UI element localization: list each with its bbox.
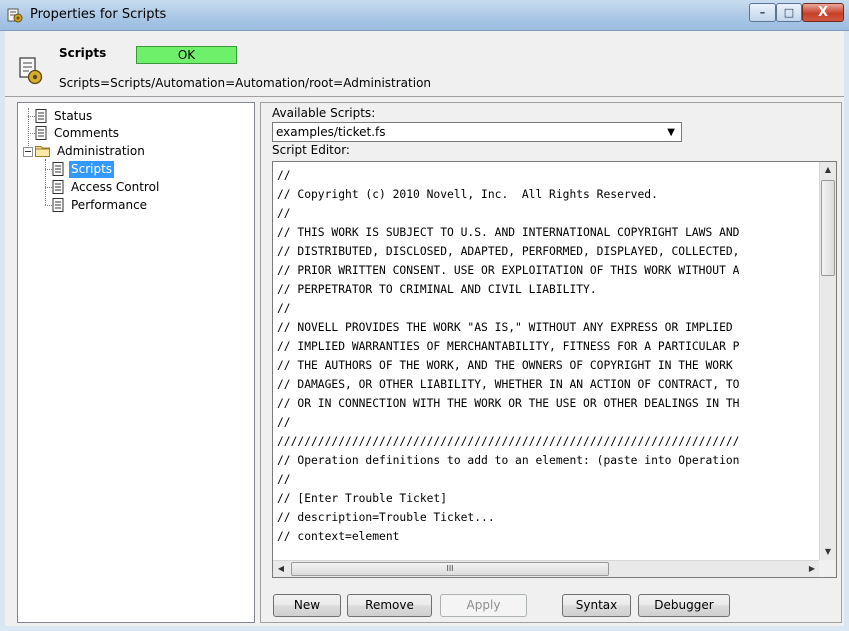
object-path: Scripts=Scripts/Automation=Automation/ro… — [59, 76, 432, 90]
scroll-right-icon[interactable]: ▶ — [804, 561, 820, 577]
code-line[interactable]: // — [277, 413, 821, 432]
code-line[interactable]: // PRIOR WRITTEN CONSENT. USE OR EXPLOIT… — [277, 261, 821, 280]
scroll-up-icon[interactable]: ▲ — [820, 162, 836, 178]
code-line[interactable]: // [Enter Trouble Ticket] — [277, 489, 821, 508]
code-line[interactable]: // — [277, 470, 821, 489]
code-line[interactable]: // Copyright (c) 2010 Novell, Inc. All R… — [277, 185, 821, 204]
script-editor-label: Script Editor: — [272, 143, 350, 157]
minimize-icon: – — [759, 6, 766, 19]
code-line[interactable]: // IMPLIED WARRANTIES OF MERCHANTABILITY… — [277, 337, 821, 356]
script-editor[interactable]: //// Copyright (c) 2010 Novell, Inc. All… — [272, 161, 837, 578]
code-text[interactable]: //// Copyright (c) 2010 Novell, Inc. All… — [277, 166, 821, 557]
available-scripts-label: Available Scripts: — [272, 106, 376, 120]
window-title: Properties for Scripts — [30, 7, 167, 22]
code-line[interactable]: // Operation definitions to add to an el… — [277, 451, 821, 470]
folder-icon — [35, 144, 51, 158]
code-line[interactable]: // DAMAGES, OR OTHER LIABILITY, WHETHER … — [277, 375, 821, 394]
available-scripts-select[interactable]: examples/ticket.fs ▼ — [272, 122, 682, 142]
code-line[interactable]: // PERPETRATOR TO CRIMINAL AND CIVIL LIA… — [277, 280, 821, 299]
dialog-content: Scripts OK Scripts=Scripts/Automation=Au… — [5, 31, 844, 626]
title-bar[interactable]: Properties for Scripts – □ X — [0, 0, 849, 31]
code-line[interactable]: // context=element — [277, 527, 821, 546]
code-line[interactable]: // THIS WORK IS SUBJECT TO U.S. AND INTE… — [277, 223, 821, 242]
scroll-left-icon[interactable]: ◀ — [273, 561, 289, 577]
code-line[interactable]: // THE AUTHORS OF THE WORK, AND THE OWNE… — [277, 356, 821, 375]
horizontal-scroll-thumb[interactable]: III — [291, 562, 609, 576]
tree-item-label: Scripts — [69, 161, 115, 178]
object-name: Scripts — [59, 46, 107, 60]
close-button[interactable]: X — [802, 3, 844, 22]
code-line[interactable]: // NOVELL PROVIDES THE WORK "AS IS," WIT… — [277, 318, 821, 337]
document-icon — [35, 109, 47, 123]
new-button[interactable]: New — [273, 594, 341, 617]
tree-item-label: Administration — [57, 144, 145, 158]
selected-script-value: examples/ticket.fs — [276, 125, 386, 139]
horizontal-scrollbar[interactable]: ◀ III ▶ — [273, 560, 820, 577]
apply-button[interactable]: Apply — [440, 594, 527, 617]
tree-item-label: Comments — [54, 126, 120, 140]
tree-item-label: Access Control — [71, 180, 160, 194]
tree-connector — [28, 108, 29, 152]
status-badge: OK — [136, 46, 237, 64]
dropdown-arrow-icon[interactable]: ▼ — [667, 127, 675, 138]
tree-connector — [28, 116, 35, 117]
tree-connector — [45, 159, 46, 205]
maximize-icon: □ — [783, 6, 795, 19]
scroll-down-icon[interactable]: ▼ — [820, 544, 836, 560]
code-line[interactable]: // description=Trouble Ticket... — [277, 508, 821, 527]
tree-connector — [45, 187, 52, 188]
collapse-toggle[interactable] — [23, 147, 33, 157]
document-icon — [52, 198, 64, 212]
syntax-button[interactable]: Syntax — [562, 594, 631, 617]
remove-button[interactable]: Remove — [347, 594, 432, 617]
app-icon — [7, 7, 23, 23]
tree-item-label: Status — [54, 109, 93, 123]
vertical-scrollbar[interactable]: ▲ ▼ — [819, 162, 836, 560]
document-icon — [35, 126, 47, 140]
scripts-panel: Available Scripts: examples/ticket.fs ▼ … — [260, 102, 842, 623]
document-icon — [52, 162, 64, 176]
debugger-button[interactable]: Debugger — [638, 594, 730, 617]
header-divider — [5, 96, 844, 97]
tree-connector — [45, 205, 52, 206]
minimize-button[interactable]: – — [749, 3, 776, 22]
code-line[interactable]: // — [277, 204, 821, 223]
code-line[interactable]: // DISTRIBUTED, DISCLOSED, ADAPTED, PERF… — [277, 242, 821, 261]
scrollbar-corner — [819, 560, 836, 577]
tree-item-label: Performance — [71, 198, 148, 212]
code-line[interactable]: // OR IN CONNECTION WITH THE WORK OR THE… — [277, 394, 821, 413]
script-gear-icon — [16, 55, 44, 85]
tree-connector — [45, 169, 52, 170]
close-icon: X — [817, 5, 829, 20]
navigation-tree[interactable]: Status Comments Administration Scripts A… — [17, 102, 255, 623]
maximize-button[interactable]: □ — [776, 3, 802, 22]
tree-connector — [28, 133, 35, 134]
code-line[interactable]: ////////////////////////////////////////… — [277, 432, 821, 451]
vertical-scroll-thumb[interactable] — [821, 180, 835, 276]
code-line[interactable]: // — [277, 299, 821, 318]
code-line[interactable]: // — [277, 166, 821, 185]
document-icon — [52, 180, 64, 194]
